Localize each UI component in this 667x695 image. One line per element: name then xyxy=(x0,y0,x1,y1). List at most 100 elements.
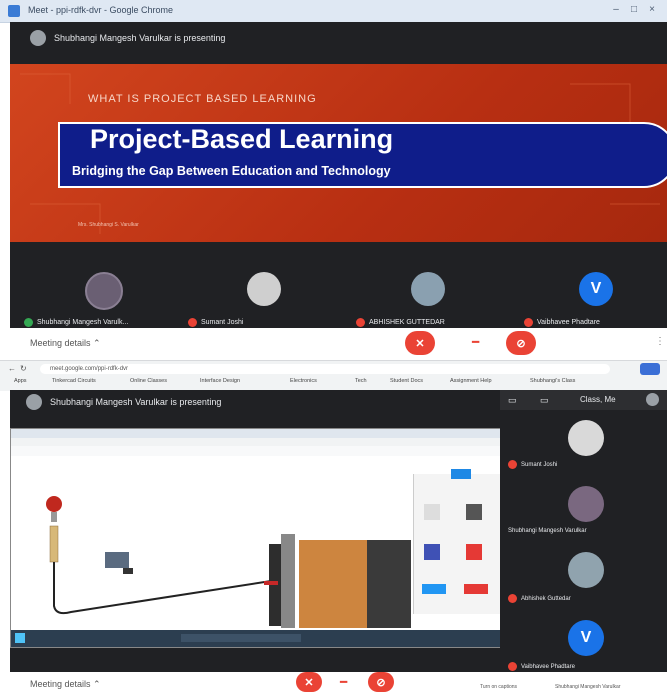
panel-header-text: Class, Me xyxy=(580,395,616,404)
participant-avatar[interactable]: V xyxy=(568,620,604,656)
mic-off-icon xyxy=(524,318,533,327)
resistor-component xyxy=(49,525,59,563)
participant-photo xyxy=(411,272,445,306)
browser-titlebar: Meet - ppi-rdfk-dvr - Google Chrome – □ … xyxy=(0,0,667,23)
component-thumb[interactable] xyxy=(422,584,446,594)
start-icon[interactable] xyxy=(15,633,25,643)
mic-off-icon: ✕ xyxy=(415,337,425,350)
window-title: Meet - ppi-rdfk-dvr - Google Chrome xyxy=(28,5,174,15)
people-icon[interactable]: ▭ xyxy=(508,395,517,406)
participants-panel: ▭ ▭ Class, Me Sumant Joshi Shubhangi Man… xyxy=(500,390,667,672)
component-thumb[interactable] xyxy=(466,504,482,520)
led-component xyxy=(46,496,62,512)
meet-controls-bar: Meeting details ⌃ ✕ ━ ⊘ ⋮ xyxy=(0,328,667,358)
participant-photo[interactable] xyxy=(568,552,604,588)
mic-on-icon xyxy=(24,318,33,327)
presenting-banner: Shubhangi Mangesh Varulkar is presenting xyxy=(10,26,667,50)
user-avatar[interactable] xyxy=(646,393,659,406)
participant-name: Shubhangi Mangesh Varulk... xyxy=(24,318,128,327)
participant-tile[interactable] xyxy=(396,272,460,318)
bookmark-item[interactable]: Online Classes xyxy=(130,378,167,384)
ic-component xyxy=(105,552,129,568)
component-thumb[interactable] xyxy=(424,504,440,520)
inner-bookmarks xyxy=(11,446,521,456)
participant-tile[interactable] xyxy=(232,272,296,318)
minimize-icon[interactable]: – xyxy=(610,4,622,16)
inner-browser-tabs xyxy=(11,429,501,438)
bookmark-item[interactable]: Apps xyxy=(14,378,27,384)
component-panel xyxy=(413,474,502,614)
slide-title: Project-Based Learning xyxy=(90,124,394,154)
close-icon[interactable]: × xyxy=(646,4,658,16)
slide-author: Mrs. Shubhangi S. Varulkar xyxy=(78,222,139,228)
presenting-text: Shubhangi Mangesh Varulkar is presenting xyxy=(54,33,226,43)
participant-name: Abhishek Guttedar xyxy=(508,594,571,603)
presentation-slide: WHAT IS PROJECT BASED LEARNING Project-B… xyxy=(10,64,667,242)
mic-off-icon xyxy=(356,318,365,327)
hangup-icon[interactable]: ━ xyxy=(472,335,479,349)
mic-off-button[interactable]: ✕ xyxy=(405,331,435,355)
start-simulation-button[interactable] xyxy=(451,469,471,479)
component-thumb[interactable] xyxy=(424,544,440,560)
slide-subtitle: WHAT IS PROJECT BASED LEARNING xyxy=(88,93,317,105)
component-thumb[interactable] xyxy=(466,544,482,560)
bookmark-item[interactable]: Shubhangi's Class xyxy=(530,378,575,384)
presenting-user-button[interactable]: Shubhangi Mangesh Varulkar xyxy=(555,684,621,690)
meet-window: Shubhangi Mangesh Varulkar is presenting… xyxy=(10,22,667,328)
participant-photo xyxy=(247,272,281,306)
captions-button[interactable]: Turn on captions xyxy=(480,684,517,690)
bookmark-item[interactable]: Tech xyxy=(355,378,367,384)
mic-off-icon xyxy=(508,594,517,603)
participant-name: Shubhangi Mangesh Varulkar xyxy=(508,528,587,534)
windows-taskbar xyxy=(11,630,501,647)
camera-off-icon: ⊘ xyxy=(376,676,386,689)
participant-photo[interactable] xyxy=(568,420,604,456)
mic-off-icon: ✕ xyxy=(304,676,314,689)
meeting-details-link[interactable]: Meeting details ⌃ xyxy=(30,338,101,349)
profile-icon[interactable] xyxy=(640,363,660,375)
camera-off-button[interactable]: ⊘ xyxy=(506,331,536,355)
mic-off-icon xyxy=(508,662,517,671)
chat-icon[interactable]: ▭ xyxy=(540,395,549,406)
camera-off-icon: ⊘ xyxy=(516,337,526,350)
bookmark-item[interactable]: Electronics xyxy=(290,378,317,384)
participant-tile[interactable]: V xyxy=(564,272,628,318)
camera-off-button[interactable]: ⊘ xyxy=(368,672,394,692)
participant-name: Vaibhavee Phadtare xyxy=(524,318,600,327)
taskbar-apps xyxy=(181,634,301,642)
browser-icon xyxy=(8,5,20,17)
participant-name: Sumant Joshi xyxy=(188,318,243,327)
bookmark-item[interactable]: Assignment Help xyxy=(450,378,492,384)
mic-off-icon xyxy=(508,460,517,469)
mic-off-button[interactable]: ✕ xyxy=(296,672,322,692)
more-options-icon[interactable]: ⋮ xyxy=(655,336,665,347)
shared-screen xyxy=(10,428,521,648)
participant-name: Sumant Joshi xyxy=(508,460,557,469)
component-thumb[interactable] xyxy=(464,584,488,594)
bookmark-item[interactable]: Tinkercad Circuits xyxy=(52,378,96,384)
meeting-details-link[interactable]: Meeting details ⌃ xyxy=(30,679,101,690)
participant-photo[interactable] xyxy=(568,486,604,522)
participant-name: Vaibhavee Phadtare xyxy=(508,662,575,671)
bookmark-item[interactable]: Student Docs xyxy=(390,378,423,384)
address-bar[interactable]: meet.google.com/ppi-rdfk-dvr xyxy=(40,364,610,374)
presenter-avatar xyxy=(26,394,42,410)
bookmark-item[interactable]: Interface Design xyxy=(200,378,240,384)
participant-tile[interactable] xyxy=(72,272,136,318)
presenting-banner: Shubhangi Mangesh Varulkar is presenting xyxy=(10,390,516,414)
mic-off-icon xyxy=(188,318,197,327)
inner-address-bar xyxy=(11,438,521,446)
back-icon[interactable]: ← xyxy=(8,364,16,373)
meet-controls-bar-2: Meeting details ⌃ ✕ ━ ⊘ Turn on captions… xyxy=(0,672,667,695)
reload-icon[interactable]: ↻ xyxy=(20,364,27,373)
participant-name: ABHISHEK GUTTEDAR xyxy=(356,318,445,327)
browser-toolbar: ← ↻ meet.google.com/ppi-rdfk-dvr Apps Ti… xyxy=(0,360,667,391)
battery-component xyxy=(299,540,367,628)
maximize-icon[interactable]: □ xyxy=(628,4,640,16)
participant-avatar: V xyxy=(579,272,613,306)
participant-photo xyxy=(85,272,123,310)
hangup-icon[interactable]: ━ xyxy=(340,675,347,689)
circuit-canvas xyxy=(11,456,411,628)
panel-header: ▭ ▭ Class, Me xyxy=(500,390,667,410)
slide-tagline: Bridging the Gap Between Education and T… xyxy=(72,164,391,178)
